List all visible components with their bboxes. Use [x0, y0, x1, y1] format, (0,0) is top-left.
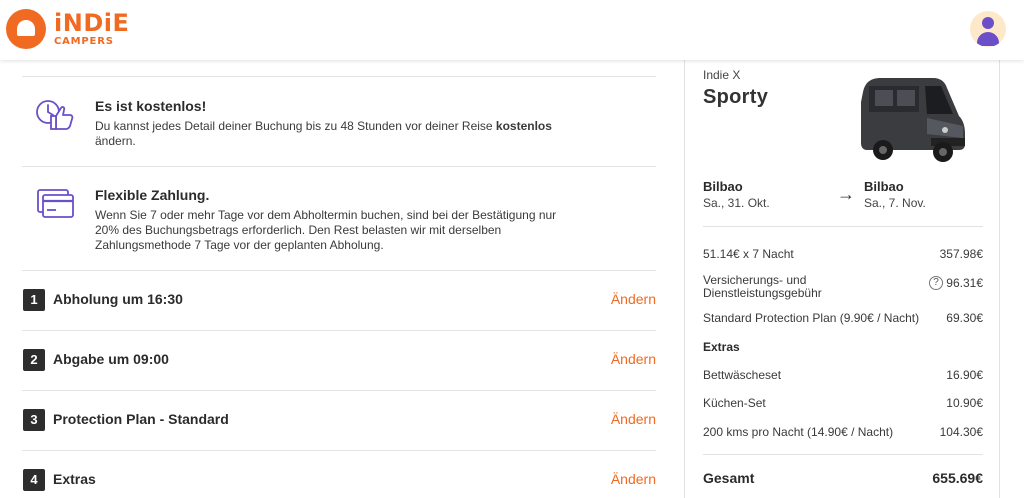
divider	[703, 454, 983, 455]
price-line-value: 69.30€	[946, 311, 983, 325]
divider	[22, 76, 656, 77]
step-number: 2	[23, 349, 45, 371]
step-extras: 4 Extras Ändern	[22, 460, 656, 498]
extra-line-value: 16.90€	[946, 368, 983, 382]
help-icon[interactable]: ?	[929, 276, 943, 290]
step-number: 1	[23, 289, 45, 311]
info-text-flexible: Wenn Sie 7 oder mehr Tage vor dem Abholt…	[95, 208, 557, 252]
price-line-value: 96.31€	[946, 276, 983, 290]
vehicle-name: Sporty	[703, 86, 769, 108]
dropoff-date: Sa., 7. Nov.	[864, 196, 926, 210]
total-label: Gesamt	[703, 470, 755, 486]
price-line-label: Standard Protection Plan (9.90€ / Nacht)	[703, 311, 920, 325]
camper-van-image	[861, 78, 965, 162]
price-line-label: 51.14€ x 7 Nacht	[703, 247, 794, 261]
info-title-free: Es ist kostenlos!	[95, 98, 207, 114]
top-header: iNDiE CAMPERS	[0, 0, 1024, 60]
extra-line-label: Bettwäscheset	[703, 368, 782, 382]
logo-wordmark: iNDiE	[54, 9, 130, 37]
step-number: 3	[23, 409, 45, 431]
extra-line-label: Küchen-Set	[703, 396, 766, 410]
price-line-nights: 51.14€ x 7 Nacht 357.98€	[703, 248, 983, 261]
pickup-date: Sa., 31. Okt.	[703, 196, 770, 210]
extra-line-value: 104.30€	[939, 425, 983, 439]
info-title-flexible: Flexible Zahlung.	[95, 187, 210, 203]
price-line-label: Versicherungs- und Dienstleistungsgebühr	[703, 273, 822, 300]
extra-line-kms: 200 kms pro Nacht (14.90€ / Nacht) 104.3…	[703, 426, 983, 439]
pickup-city: Bilbao	[703, 179, 743, 194]
user-avatar-icon[interactable]	[970, 11, 1006, 47]
booking-details: Es ist kostenlos! Du kannst jedes Detail…	[22, 60, 656, 498]
step-label: Protection Plan - Standard	[53, 411, 229, 427]
divider	[22, 330, 656, 331]
logo-mark-icon	[6, 9, 46, 49]
calendar-thumbs-up-icon	[36, 100, 74, 130]
booking-summary-panel: Indie X Sporty Bilbao Sa., 31. Okt. → Bi…	[684, 58, 1000, 498]
divider	[22, 390, 656, 391]
step-number: 4	[23, 469, 45, 491]
extra-line-label: 200 kms pro Nacht (14.90€ / Nacht)	[703, 425, 894, 439]
price-line-protection: Standard Protection Plan (9.90€ / Nacht)…	[703, 312, 983, 325]
divider	[22, 450, 656, 451]
step-label: Abgabe um 09:00	[53, 351, 169, 367]
extra-line-bedding: Bettwäscheset 16.90€	[703, 369, 983, 382]
step-label: Abholung um 16:30	[53, 291, 183, 307]
step-label: Extras	[53, 471, 96, 487]
vehicle-category: Indie X	[703, 68, 741, 82]
extras-heading: Extras	[703, 340, 740, 354]
dropoff-city: Bilbao	[864, 179, 904, 194]
arrow-right-icon: →	[837, 184, 855, 204]
price-line-insurance: Versicherungs- und Dienstleistungsgebühr…	[703, 274, 983, 302]
step-dropoff: 2 Abgabe um 09:00 Ändern	[22, 340, 656, 400]
extra-line-kitchen: Küchen-Set 10.90€	[703, 397, 983, 410]
logo-subtext: CAMPERS	[54, 36, 114, 47]
price-line-value: 357.98€	[939, 247, 983, 261]
change-extras-link[interactable]: Ändern	[611, 471, 656, 487]
payment-card-icon	[37, 189, 74, 218]
total-row: Gesamt 655.69€	[703, 470, 983, 486]
extra-line-value: 10.90€	[946, 396, 983, 410]
divider	[22, 270, 656, 271]
change-protection-link[interactable]: Ändern	[611, 411, 656, 427]
divider	[703, 226, 983, 227]
total-value: 655.69€	[932, 470, 983, 486]
step-pickup: 1 Abholung um 16:30 Ändern	[22, 280, 656, 340]
change-dropoff-link[interactable]: Ändern	[611, 351, 656, 367]
divider	[22, 166, 656, 167]
info-text-free: Du kannst jedes Detail deiner Buchung bi…	[95, 119, 552, 148]
indie-campers-logo[interactable]: iNDiE CAMPERS	[6, 9, 129, 49]
change-pickup-link[interactable]: Ändern	[611, 291, 656, 307]
step-protection-plan: 3 Protection Plan - Standard Ändern	[22, 400, 656, 460]
